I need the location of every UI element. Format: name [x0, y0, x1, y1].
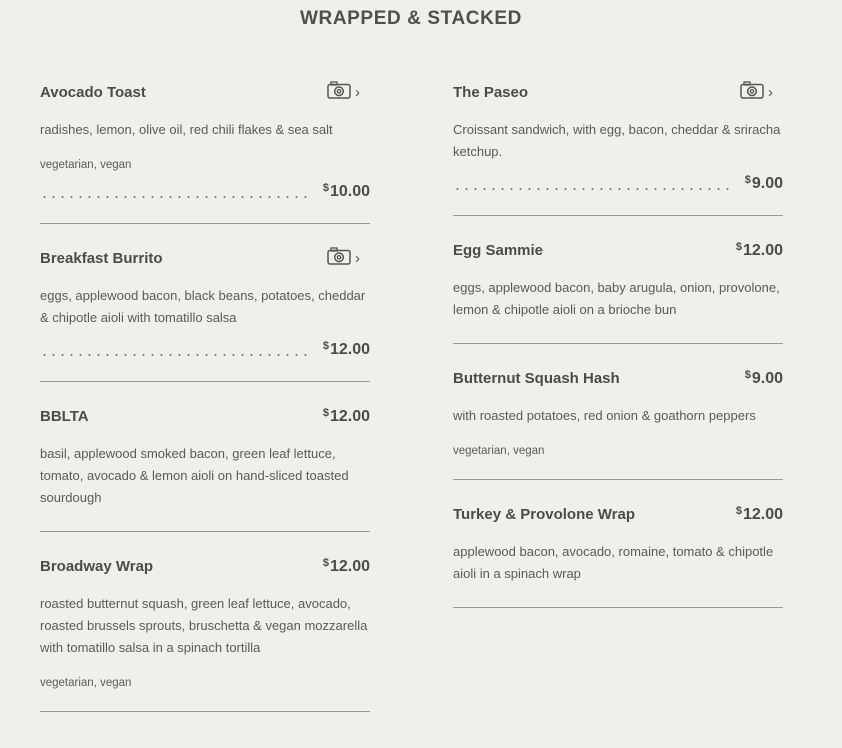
menu-item: Breakfast Burrito › eggs, applewood bacon,…	[40, 224, 370, 382]
chevron-right-icon: ›	[355, 249, 360, 267]
item-tags: vegetarian, vegan	[40, 159, 132, 171]
chevron-right-icon: ›	[355, 83, 360, 101]
item-name: BBLTA	[40, 407, 89, 425]
item-price: $12.00	[323, 340, 370, 359]
photo-link[interactable]: ›	[327, 80, 360, 104]
item-name: Butternut Squash Hash	[453, 369, 620, 387]
camera-icon	[740, 80, 764, 104]
photo-link[interactable]: ›	[327, 246, 360, 270]
price-value: 12.00	[742, 505, 783, 523]
price-value: 12.00	[329, 341, 370, 358]
item-header: BBLTA $12.00	[40, 404, 370, 428]
item-description: with roasted potatoes, red onion & goath…	[453, 408, 756, 423]
price-value: 12.00	[329, 557, 370, 575]
item-name: The Paseo	[453, 83, 529, 101]
price-value: 12.00	[742, 241, 783, 259]
item-name: Avocado Toast	[40, 83, 146, 101]
price-value: 9.00	[751, 369, 783, 387]
menu-item: Avocado Toast › radishes, lemon, olive oil…	[40, 58, 370, 224]
price-row: $9.00	[453, 173, 783, 193]
menu-item: BBLTA $12.00 basil, applewood smoked bacon…	[40, 382, 370, 532]
item-description: eggs, applewood bacon, black beans, pota…	[40, 288, 366, 325]
item-name: Egg Sammie	[453, 241, 544, 259]
item-header: Avocado Toast ›	[40, 80, 370, 104]
dot-leader	[40, 189, 309, 199]
item-header: Egg Sammie $12.00	[453, 238, 783, 262]
item-description: eggs, applewood bacon, baby arugula, oni…	[453, 280, 780, 317]
item-description: roasted butternut squash, green leaf let…	[40, 596, 368, 655]
currency-symbol: $	[322, 182, 329, 194]
item-description: Croissant sandwich, with egg, bacon, che…	[453, 122, 781, 159]
item-header: Butternut Squash Hash $9.00	[453, 366, 783, 390]
menu-item: Turkey & Provolone Wrap $12.00 applewood b…	[453, 480, 783, 608]
currency-symbol: $	[322, 556, 329, 569]
currency-symbol: $	[744, 368, 751, 381]
menu-item: Broadway Wrap $12.00 roasted butternut squ…	[40, 532, 370, 712]
price-row: $10.00	[40, 181, 370, 201]
item-price: $12.00	[323, 407, 370, 426]
item-name: Turkey & Provolone Wrap	[453, 505, 635, 523]
dot-leader	[453, 181, 731, 191]
camera-icon	[327, 80, 351, 104]
camera-icon	[327, 246, 351, 270]
menu-item: The Paseo › Croissant sandwich, with egg, …	[453, 58, 783, 216]
item-name: Broadway Wrap	[40, 557, 154, 575]
item-header: Broadway Wrap $12.00	[40, 554, 370, 578]
item-price: $9.00	[745, 174, 783, 193]
item-price: $12.00	[736, 241, 783, 260]
menu-column-right: The Paseo › Croissant sandwich, with egg, …	[453, 58, 783, 608]
dot-leader	[40, 347, 309, 357]
item-header: Turkey & Provolone Wrap $12.00	[453, 502, 783, 526]
price-row: $12.00	[40, 339, 370, 359]
currency-symbol: $	[322, 406, 329, 419]
menu-item: Butternut Squash Hash $9.00 with roasted p…	[453, 344, 783, 480]
menu-column-left: Avocado Toast › radishes, lemon, olive oil…	[40, 58, 370, 712]
section-title: WRAPPED & STACKED	[299, 8, 523, 29]
photo-link[interactable]: ›	[740, 80, 773, 104]
item-price: $12.00	[736, 505, 783, 524]
item-header: Breakfast Burrito ›	[40, 246, 370, 270]
price-value: 10.00	[329, 183, 370, 200]
chevron-right-icon: ›	[768, 83, 773, 101]
item-header: The Paseo ›	[453, 80, 783, 104]
currency-symbol: $	[744, 174, 751, 186]
item-price: $10.00	[323, 182, 370, 201]
item-price: $12.00	[323, 557, 370, 576]
item-description: applewood bacon, avocado, romaine, tomat…	[453, 544, 774, 581]
item-price: $9.00	[745, 369, 783, 388]
currency-symbol: $	[322, 340, 329, 352]
price-value: 9.00	[751, 175, 783, 192]
price-value: 12.00	[329, 407, 370, 425]
item-description: radishes, lemon, olive oil, red chili fl…	[40, 122, 333, 137]
item-name: Breakfast Burrito	[40, 249, 163, 267]
currency-symbol: $	[735, 504, 742, 517]
menu-item: Egg Sammie $12.00 eggs, applewood bacon, b…	[453, 216, 783, 344]
item-tags: vegetarian, vegan	[40, 677, 132, 689]
item-description: basil, applewood smoked bacon, green lea…	[40, 446, 349, 505]
item-tags: vegetarian, vegan	[453, 445, 545, 457]
currency-symbol: $	[735, 240, 742, 253]
